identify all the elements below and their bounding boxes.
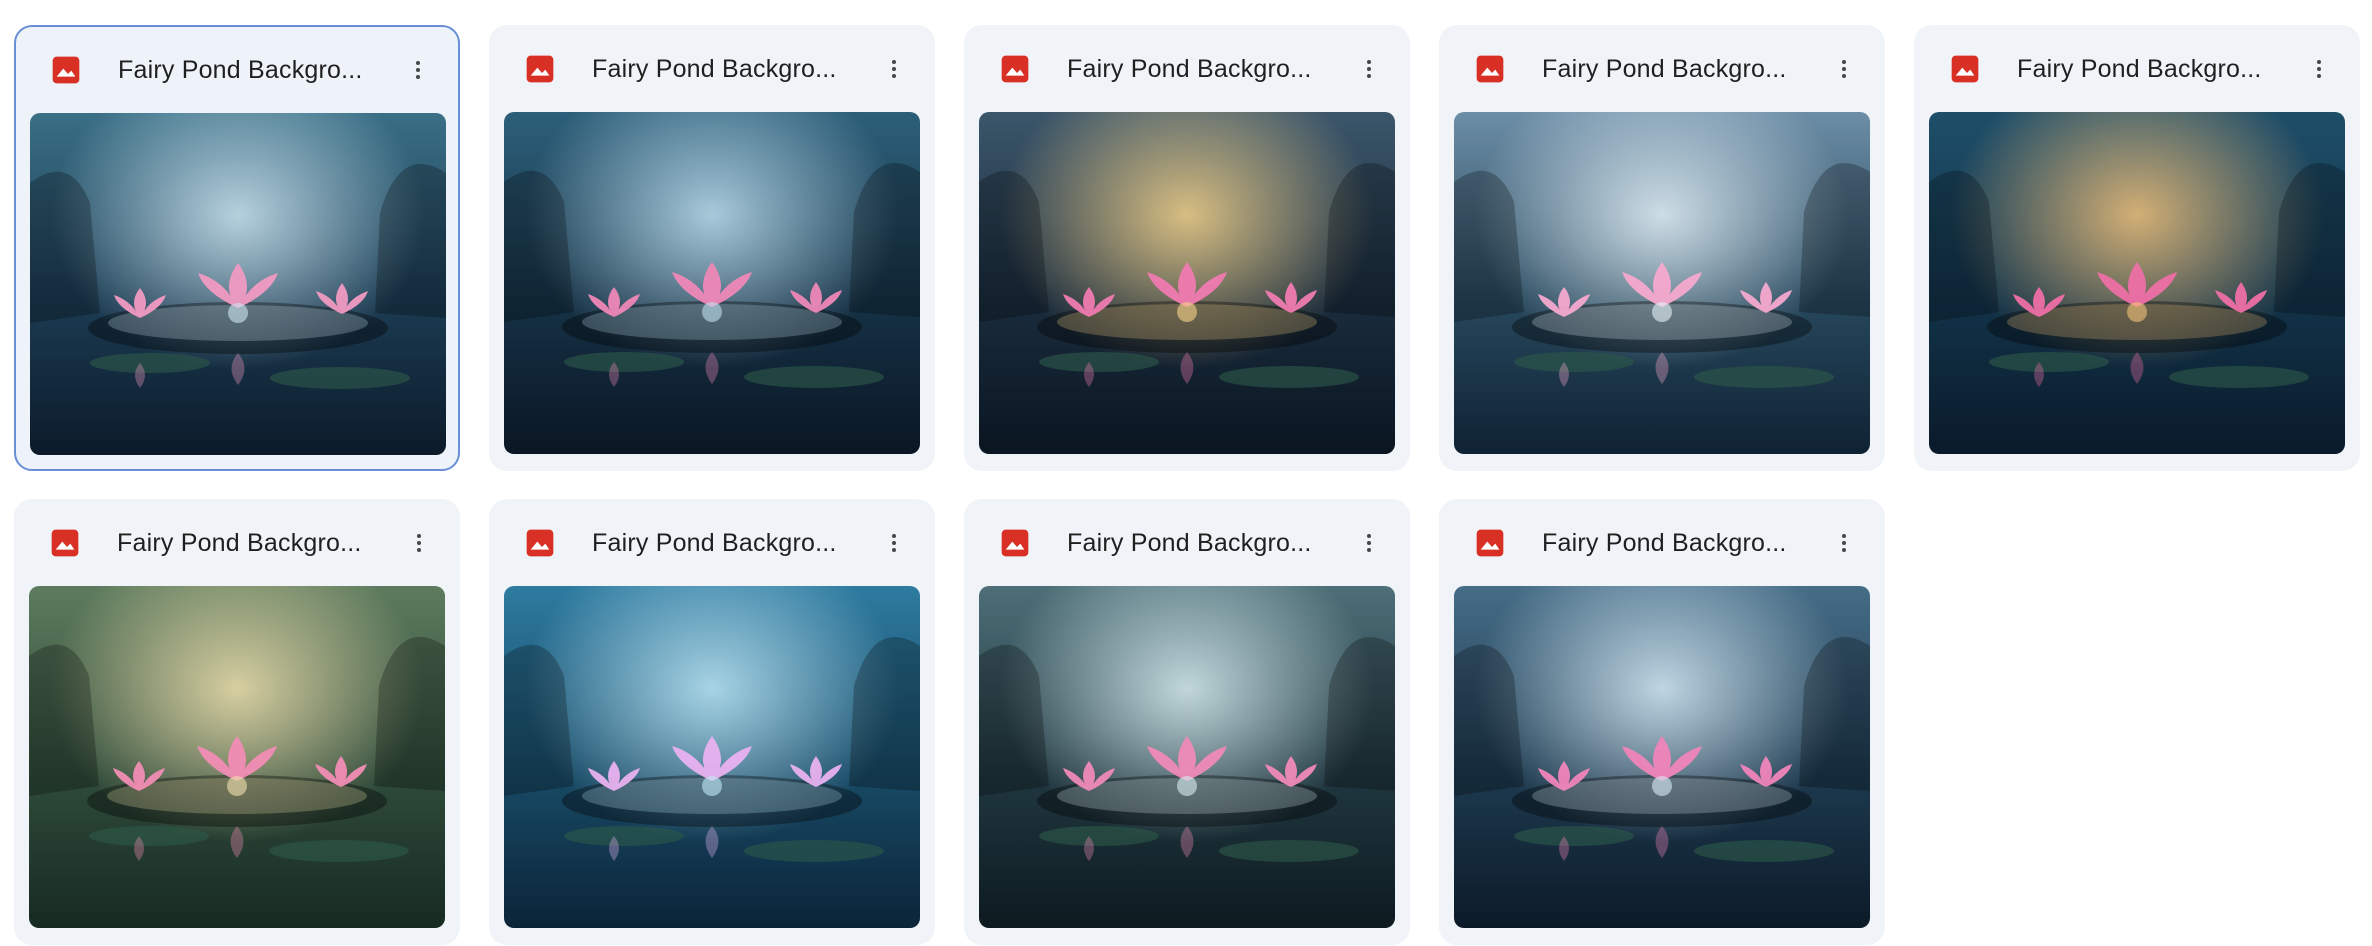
more-vertical-icon	[2317, 60, 2321, 78]
more-vertical-icon	[892, 534, 896, 552]
thumbnail-artwork	[1454, 586, 1870, 928]
more-actions-button[interactable]	[396, 48, 440, 92]
more-actions-button[interactable]	[1347, 47, 1391, 91]
image-file-icon	[50, 54, 82, 86]
file-name: Fairy Pond Backgro...	[1542, 528, 1787, 557]
file-card-header: Fairy Pond Backgro...	[16, 27, 458, 113]
more-vertical-icon	[892, 60, 896, 78]
file-card[interactable]: Fairy Pond Backgro...	[489, 25, 935, 471]
thumbnail-artwork	[1929, 112, 2345, 454]
more-vertical-icon	[1842, 534, 1846, 552]
thumbnail-artwork	[504, 112, 920, 454]
file-name: Fairy Pond Backgro...	[592, 528, 837, 557]
file-card-header: Fairy Pond Backgro...	[965, 500, 1409, 586]
image-file-icon	[999, 53, 1031, 85]
image-file-icon	[49, 527, 81, 559]
more-vertical-icon	[1367, 60, 1371, 78]
file-thumbnail[interactable]	[979, 112, 1395, 454]
image-file-icon	[999, 527, 1031, 559]
file-thumbnail[interactable]	[504, 112, 920, 454]
file-name: Fairy Pond Backgro...	[2017, 54, 2262, 83]
more-actions-button[interactable]	[2297, 47, 2341, 91]
image-file-icon	[524, 53, 556, 85]
file-card-header: Fairy Pond Backgro...	[965, 26, 1409, 112]
image-file-icon	[1474, 527, 1506, 559]
more-actions-button[interactable]	[1822, 521, 1866, 565]
file-name: Fairy Pond Backgro...	[592, 54, 837, 83]
file-card[interactable]: Fairy Pond Backgro...	[14, 499, 460, 945]
file-thumbnail[interactable]	[1454, 112, 1870, 454]
file-name: Fairy Pond Backgro...	[117, 528, 362, 557]
thumbnail-artwork	[29, 586, 445, 928]
image-file-icon	[1949, 53, 1981, 85]
file-card[interactable]: Fairy Pond Backgro...	[489, 499, 935, 945]
more-vertical-icon	[416, 61, 420, 79]
file-card-header: Fairy Pond Backgro...	[490, 500, 934, 586]
file-card-header: Fairy Pond Backgro...	[1915, 26, 2359, 112]
thumbnail-artwork	[979, 586, 1395, 928]
more-actions-button[interactable]	[1347, 521, 1391, 565]
file-thumbnail[interactable]	[30, 113, 446, 455]
more-vertical-icon	[1842, 60, 1846, 78]
more-actions-button[interactable]	[397, 521, 441, 565]
file-card[interactable]: Fairy Pond Backgro...	[1439, 25, 1885, 471]
file-card[interactable]: Fairy Pond Backgro...	[1439, 499, 1885, 945]
more-vertical-icon	[417, 534, 421, 552]
file-card[interactable]: Fairy Pond Backgro...	[964, 25, 1410, 471]
file-name: Fairy Pond Backgro...	[1067, 54, 1312, 83]
thumbnail-artwork	[979, 112, 1395, 454]
file-card[interactable]: Fairy Pond Backgro...	[964, 499, 1410, 945]
thumbnail-artwork	[504, 586, 920, 928]
file-card[interactable]: Fairy Pond Backgro...	[14, 25, 460, 471]
file-thumbnail[interactable]	[504, 586, 920, 928]
file-card-header: Fairy Pond Backgro...	[15, 500, 459, 586]
file-grid: Fairy Pond Backgro... Fairy Pond Backgro.…	[14, 25, 2360, 945]
file-card[interactable]: Fairy Pond Backgro...	[1914, 25, 2360, 471]
file-thumbnail[interactable]	[1454, 586, 1870, 928]
file-card-header: Fairy Pond Backgro...	[1440, 26, 1884, 112]
more-actions-button[interactable]	[1822, 47, 1866, 91]
file-name: Fairy Pond Backgro...	[1067, 528, 1312, 557]
image-file-icon	[1474, 53, 1506, 85]
file-name: Fairy Pond Backgro...	[1542, 54, 1787, 83]
file-thumbnail[interactable]	[979, 586, 1395, 928]
file-card-header: Fairy Pond Backgro...	[1440, 500, 1884, 586]
image-file-icon	[524, 527, 556, 559]
thumbnail-artwork	[30, 113, 446, 455]
file-name: Fairy Pond Backgro...	[118, 55, 363, 84]
file-card-header: Fairy Pond Backgro...	[490, 26, 934, 112]
more-actions-button[interactable]	[872, 521, 916, 565]
thumbnail-artwork	[1454, 112, 1870, 454]
more-actions-button[interactable]	[872, 47, 916, 91]
file-thumbnail[interactable]	[1929, 112, 2345, 454]
more-vertical-icon	[1367, 534, 1371, 552]
file-thumbnail[interactable]	[29, 586, 445, 928]
